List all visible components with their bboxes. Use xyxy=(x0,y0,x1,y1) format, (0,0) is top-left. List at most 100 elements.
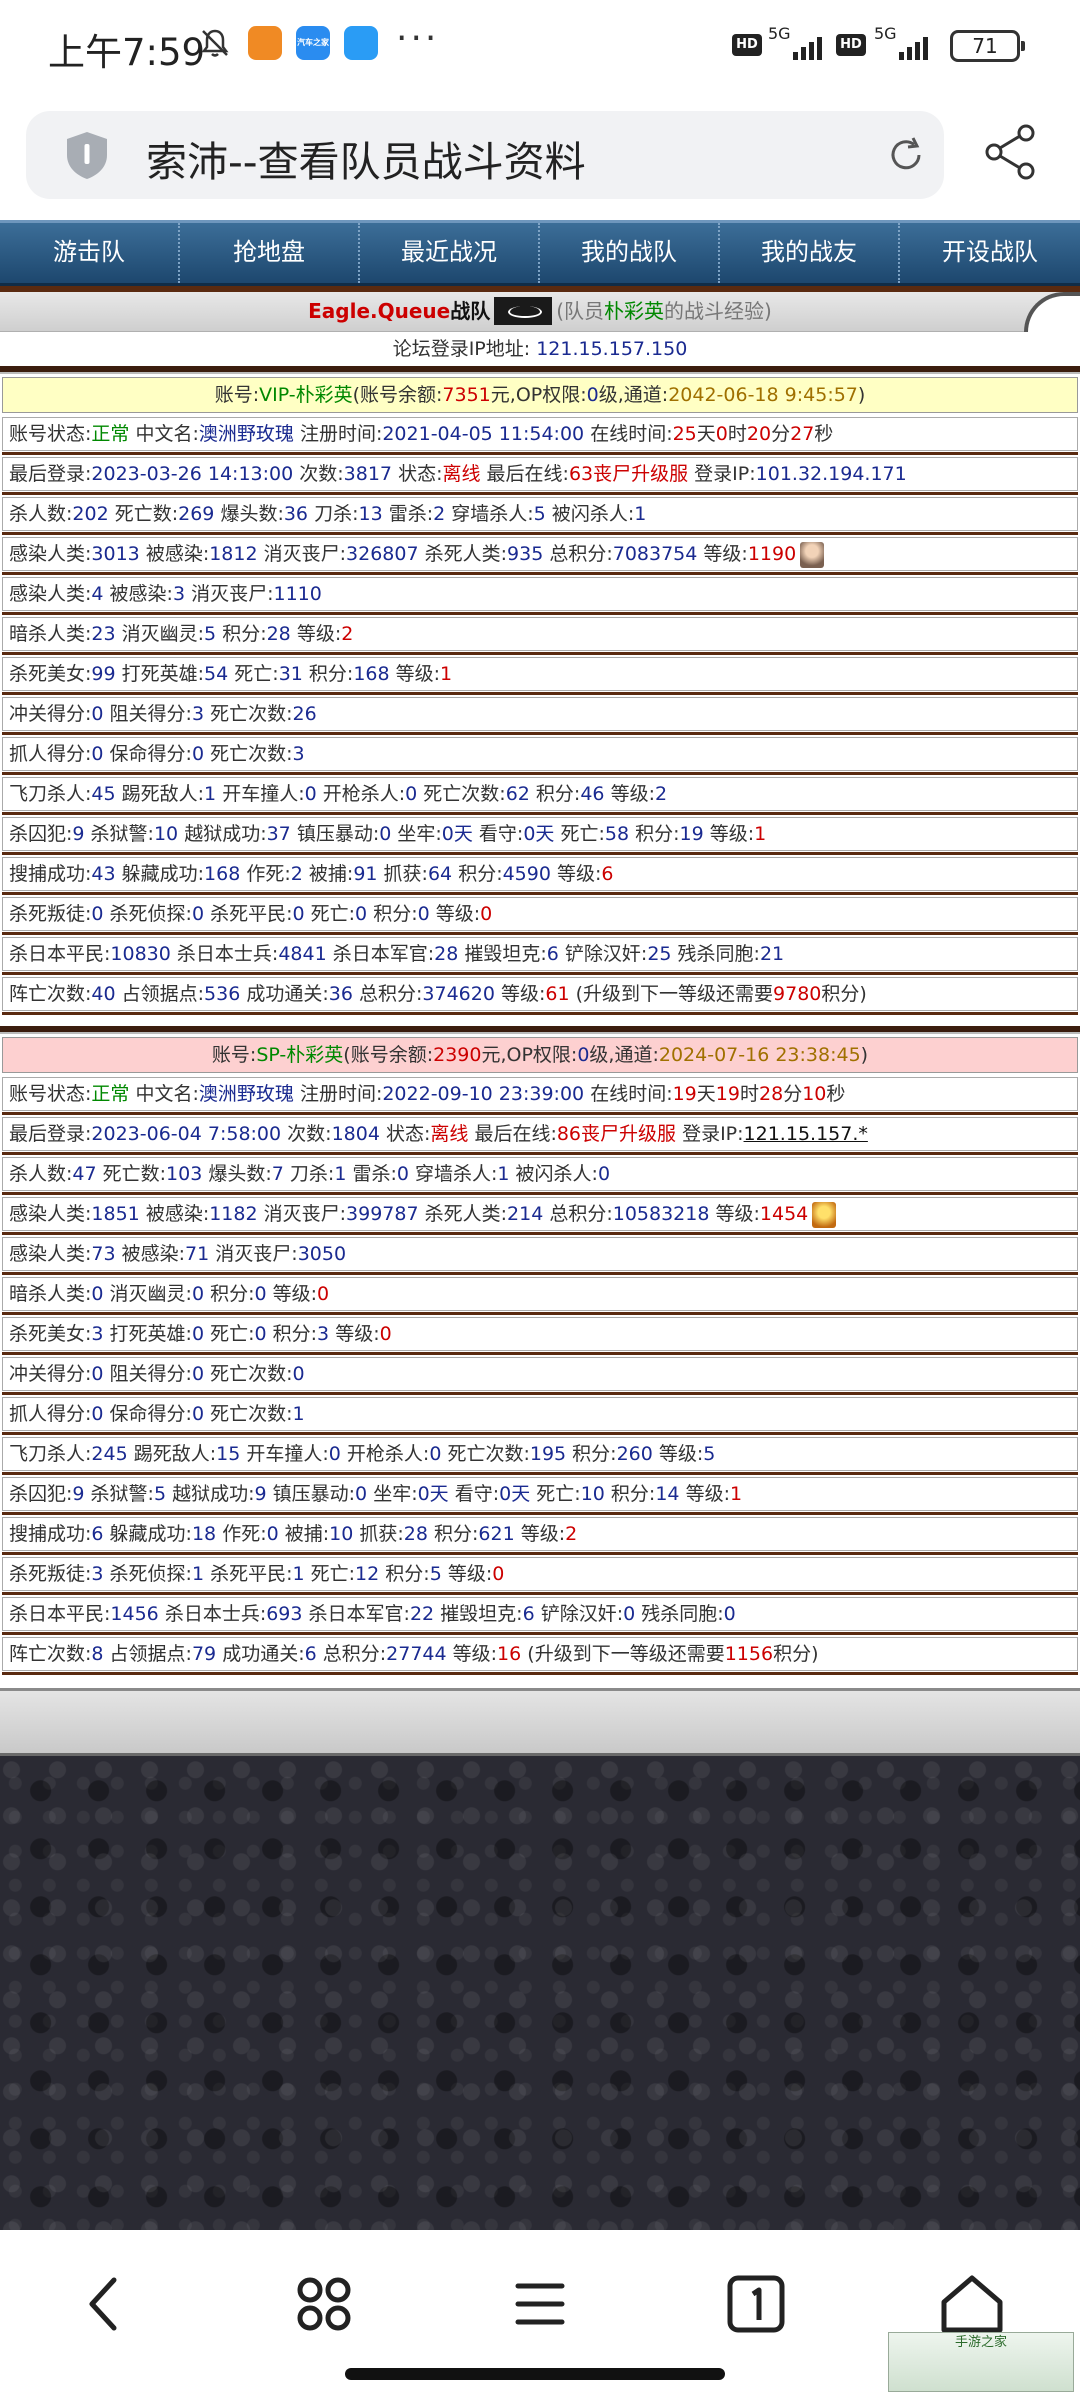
balance-unit: 元,OP权限: xyxy=(490,384,587,406)
value: 0 xyxy=(379,1323,392,1345)
value: 27744 xyxy=(386,1643,447,1665)
nav-item-create-team[interactable]: 开设战队 xyxy=(900,223,1080,283)
value: 1 xyxy=(634,503,647,525)
label: 消灭丧尸: xyxy=(215,1243,298,1265)
label: 杀狱警: xyxy=(90,1483,154,1505)
stat-row-search: 搜捕成功:6 躲藏成功:18 作死:0 被捕:10 抓获:28 积分:621 等… xyxy=(2,1515,1078,1555)
value: 0 xyxy=(292,1363,305,1385)
back-icon[interactable] xyxy=(66,2264,146,2344)
label: 残杀同胞: xyxy=(677,943,760,965)
value: 13 xyxy=(358,503,383,525)
label: 开枪杀人: xyxy=(322,783,406,805)
label: 积分: xyxy=(308,663,354,685)
value: 28 xyxy=(266,623,291,645)
value: 0 xyxy=(266,1523,279,1545)
label: 总积分: xyxy=(359,983,423,1005)
label: 搜捕成功: xyxy=(9,1523,92,1545)
op-level: 0 xyxy=(586,384,599,406)
op-level: 0 xyxy=(577,1044,590,1066)
label: 杀日本平民: xyxy=(9,1603,111,1625)
channel-time: 2042-06-18 9:45:57 xyxy=(668,384,858,406)
label: 爆头数: xyxy=(208,1163,272,1185)
label: 被闪杀人: xyxy=(515,1163,598,1185)
value: 6 xyxy=(546,943,559,965)
stat-row-status: 账号状态:正常 中文名:澳洲野玫瑰 注册时间:2022-09-10 23:39:… xyxy=(2,1075,1078,1115)
chinese-name: 澳洲野玫瑰 xyxy=(198,423,294,445)
value: 45 xyxy=(91,783,116,805)
value: 28 xyxy=(759,1083,784,1105)
label: 等级: xyxy=(557,863,602,885)
label: 感染人类: xyxy=(9,1203,92,1225)
label: 占领据点: xyxy=(121,983,205,1005)
value: 0 xyxy=(723,1603,736,1625)
label: 开车撞人: xyxy=(246,1443,329,1465)
value: 0 xyxy=(91,903,104,925)
shield-icon[interactable] xyxy=(62,129,112,181)
label: 雷杀: xyxy=(388,503,434,525)
nav-item-my-comrades[interactable]: 我的战友 xyxy=(720,223,900,283)
apps-icon[interactable] xyxy=(284,2264,364,2344)
value: 31 xyxy=(278,663,303,685)
label: (升级到下一等级还需要 xyxy=(527,1643,725,1665)
account-name: VIP-朴彩英 xyxy=(259,384,353,406)
value: 0天 xyxy=(417,1483,449,1505)
value: 3 xyxy=(292,743,305,765)
value: 214 xyxy=(507,1203,544,1225)
value: 621 xyxy=(478,1523,515,1545)
label: 积分: xyxy=(535,783,581,805)
label: 等级: xyxy=(452,1643,498,1665)
label: 被闪杀人: xyxy=(551,503,635,525)
value: 25 xyxy=(647,943,672,965)
ip-label: 论坛登录IP地址: xyxy=(392,338,531,360)
stat-row-japan: 杀日本平民:10830 杀日本士兵:4841 杀日本军官:28 摧毁坦克:6 铲… xyxy=(2,935,1078,975)
value: 0 xyxy=(355,903,368,925)
value: 36 xyxy=(283,503,309,525)
login-ip-link[interactable]: 121.15.157.* xyxy=(744,1123,868,1145)
value: 3013 xyxy=(91,543,140,565)
value: 9 xyxy=(72,823,85,845)
value: 91 xyxy=(353,863,378,885)
tabs-icon[interactable] xyxy=(716,2264,796,2344)
label: 阻关得分: xyxy=(109,1363,192,1385)
value: 0 xyxy=(292,903,305,925)
stat-row-search: 搜捕成功:43 躲藏成功:168 作死:2 被捕:91 抓获:64 积分:459… xyxy=(2,855,1078,895)
value: 62 xyxy=(505,783,530,805)
team-name[interactable]: Eagle.Queue xyxy=(308,299,450,323)
value: 19 xyxy=(715,1083,740,1105)
value: 7083754 xyxy=(612,543,698,565)
label: 死亡次数: xyxy=(447,1443,530,1465)
level-avatar-icon xyxy=(800,541,825,568)
label: 消灭丧尸: xyxy=(263,543,347,565)
label: 摧毁坦克: xyxy=(464,943,547,965)
label: 登录IP: xyxy=(682,1123,744,1145)
value: 6 xyxy=(91,1523,104,1545)
label: 杀死侦探: xyxy=(109,903,192,925)
home-indicator[interactable] xyxy=(345,2368,725,2380)
value: 14 xyxy=(655,1483,680,1505)
share-icon[interactable] xyxy=(982,123,1040,181)
label: 杀死叛徒: xyxy=(9,1563,92,1585)
last-login: 2023-06-04 7:58:00 xyxy=(91,1123,282,1145)
menu-icon[interactable] xyxy=(500,2264,580,2344)
label: 账号状态: xyxy=(9,423,92,445)
value: 3 xyxy=(172,583,186,605)
nav-item-my-team[interactable]: 我的战队 xyxy=(540,223,720,283)
balance-unit: 元,OP权限: xyxy=(481,1044,578,1066)
value: 7 xyxy=(271,1163,284,1185)
register-time: 2022-09-10 23:39:00 xyxy=(382,1083,585,1105)
stat-row-infection: 感染人类:3013 被感染:1812 消灭丧尸:326807 杀死人类:935 … xyxy=(2,535,1078,575)
stat-row-kills: 杀人数:47 死亡数:103 爆头数:7 刀杀:1 雷杀:0 穿墙杀人:1 被闪… xyxy=(2,1155,1078,1195)
nav-item-territory[interactable]: 抢地盘 xyxy=(180,223,360,283)
unit: 秒 xyxy=(814,423,834,445)
address-bar[interactable]: 索沛--查看队员战斗资料 xyxy=(26,111,944,199)
label: 冲关得分: xyxy=(9,1363,92,1385)
value: 5 xyxy=(429,1563,442,1585)
unit: 时 xyxy=(739,1083,759,1105)
nav-item-recent-battles[interactable]: 最近战况 xyxy=(360,223,540,283)
signal-icon: 5G xyxy=(872,24,928,62)
reload-icon[interactable] xyxy=(886,135,926,175)
label: 开枪杀人: xyxy=(346,1443,430,1465)
balance-value: 7351 xyxy=(442,384,491,406)
nav-item-guerrilla[interactable]: 游击队 xyxy=(0,223,180,283)
balance-label: (账号余额: xyxy=(343,1044,434,1066)
